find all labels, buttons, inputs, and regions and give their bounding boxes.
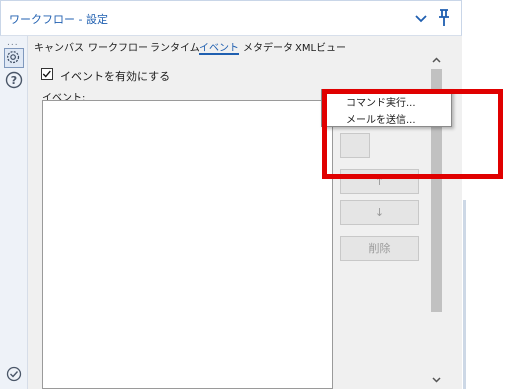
right-margin xyxy=(462,0,506,389)
tab-xml-view[interactable]: XMLビュー xyxy=(295,39,346,55)
left-rail: ... ? xyxy=(0,36,28,389)
title-bar: ワークフロー - 設定 xyxy=(0,0,462,36)
tab-canvas[interactable]: キャンバス xyxy=(34,39,84,55)
scroll-down-icon[interactable] xyxy=(431,374,442,385)
red-highlight-box xyxy=(322,89,503,179)
events-list[interactable] xyxy=(42,100,333,389)
enable-events-checkbox[interactable] xyxy=(41,68,53,80)
checkmark-icon xyxy=(42,70,51,78)
tab-events[interactable]: イベント xyxy=(199,39,239,55)
delete-label: 削除 xyxy=(368,242,391,255)
enable-events-label: イベントを有効にする xyxy=(60,70,171,83)
pin-icon[interactable] xyxy=(435,8,453,28)
tab-workflow[interactable]: ワークフロー xyxy=(88,39,148,55)
check-circle-icon[interactable] xyxy=(6,366,22,382)
tab-metadata[interactable]: メタデータ xyxy=(243,39,293,55)
move-down-button[interactable]: ↓ xyxy=(340,200,419,225)
overflow-dots[interactable]: ... xyxy=(7,38,19,48)
tab-runtime[interactable]: ランタイム xyxy=(150,39,200,55)
svg-text:?: ? xyxy=(11,74,17,87)
move-down-label: ↓ xyxy=(374,206,385,219)
tab-bar: キャンバス ワークフロー ランタイム イベント メタデータ XMLビュー xyxy=(28,36,462,56)
chevron-down-icon[interactable] xyxy=(413,10,429,26)
window-title: ワークフロー - 設定 xyxy=(9,13,108,26)
right-divider xyxy=(463,200,466,389)
scroll-up-icon[interactable] xyxy=(431,55,442,66)
delete-button[interactable]: 削除 xyxy=(340,236,419,261)
help-circle-icon[interactable]: ? xyxy=(5,71,23,89)
settings-button[interactable] xyxy=(4,48,24,68)
gear-icon xyxy=(7,51,20,64)
